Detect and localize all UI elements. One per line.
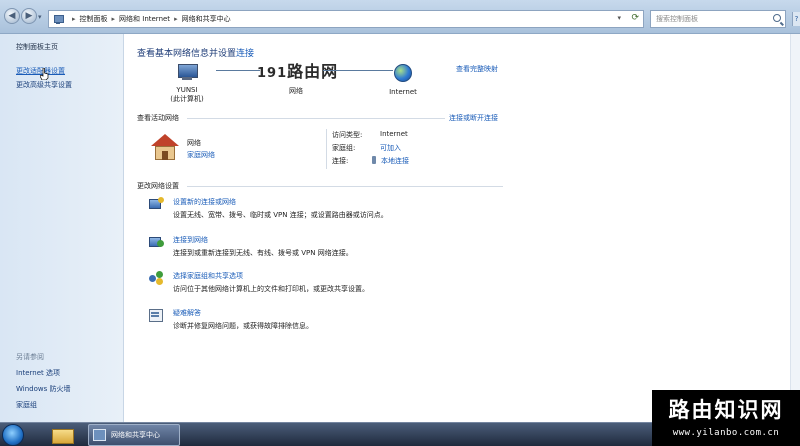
breadcrumb-separator: ▸ [111, 15, 116, 23]
task-troubleshoot-link[interactable]: 疑难解答 [173, 308, 201, 318]
access-type-label: 访问类型: [332, 131, 363, 139]
task-connect-network-link[interactable]: 连接到网络 [173, 235, 208, 245]
hand-cursor-icon [40, 68, 49, 80]
section-divider [187, 186, 503, 187]
search-icon[interactable] [773, 14, 781, 22]
page-title-text: 查看基本网络信息并设置 [137, 49, 237, 59]
page-title-connect-link[interactable]: 连接 [236, 49, 254, 59]
task-homegroup-sharing-desc: 访问位于其他网络计算机上的文件和打印机，或更改共享设置。 [173, 285, 369, 293]
watermark-center-text: 路由网 [287, 62, 339, 81]
watermark-corner: 路由知识网 www.yilanbo.com.cn [652, 390, 800, 446]
task-homegroup-sharing-link[interactable]: 选择家庭组和共享选项 [173, 271, 243, 281]
network-map-network: 网络 [280, 86, 312, 96]
vertical-divider [326, 129, 327, 169]
connect-network-icon [149, 235, 165, 249]
globe-icon [394, 64, 412, 82]
homegroup-icon [149, 271, 165, 285]
start-button[interactable] [2, 424, 24, 446]
network-icon [93, 429, 106, 441]
change-settings-heading: 更改网络设置 [137, 182, 179, 190]
breadcrumb-control-panel[interactable]: 控制面板 [80, 14, 108, 24]
connections-label: 连接: [332, 157, 349, 165]
homegroup-link[interactable]: 家庭组 [16, 400, 37, 410]
map-connector-line [216, 70, 260, 71]
ethernet-icon [372, 156, 376, 164]
troubleshoot-icon [149, 308, 165, 322]
breadcrumb-network-internet[interactable]: 网络和 Internet [119, 14, 170, 24]
watermark-corner-title: 路由知识网 [668, 398, 784, 422]
watermark-corner-url: www.yilanbo.com.cn [672, 428, 780, 438]
task-connect-network-desc: 连接到或重新连接到无线、有线、拨号或 VPN 网络连接。 [173, 249, 353, 257]
homegroup-label: 家庭组: [332, 144, 356, 152]
help-icon: ? [794, 15, 799, 23]
search-input[interactable]: 搜索控制面板 [650, 10, 786, 28]
home-network-icon [151, 134, 179, 160]
computer-name: YUNSI [176, 86, 198, 94]
recent-pages-dropdown[interactable]: ▾ [38, 13, 46, 21]
network-map-computer: YUNSI (此计算机) [165, 64, 209, 104]
network-node-label: 网络 [289, 87, 303, 95]
computer-icon [176, 64, 198, 82]
local-connection-text: 本地连接 [381, 157, 409, 165]
taskbar-active-window-label: 网络和共享中心 [111, 431, 160, 439]
address-bar[interactable]: ▸ 控制面板 ▸ 网络和 Internet ▸ 网络和共享中心 ▾ ⟳ [48, 10, 644, 28]
control-panel-home-link[interactable]: 控制面板主页 [16, 42, 58, 52]
network-type-link[interactable]: 家庭网络 [187, 150, 215, 160]
help-button[interactable]: ? [792, 12, 800, 26]
vertical-scrollbar[interactable] [790, 34, 800, 422]
search-placeholder: 搜索控制面板 [656, 15, 698, 23]
see-full-map-link[interactable]: 查看完整映射 [456, 64, 498, 74]
homegroup-join-link[interactable]: 可加入 [380, 143, 401, 153]
active-network-name: 网络 [187, 139, 201, 147]
explorer-pinned-icon[interactable] [50, 426, 74, 444]
windows-firewall-link[interactable]: Windows 防火墙 [16, 384, 70, 394]
access-type-value: Internet [380, 130, 408, 138]
task-new-connection-desc: 设置无线、宽带、拨号、临时或 VPN 连接；或设置路由器或访问点。 [173, 211, 388, 219]
internet-node-label: Internet [389, 88, 417, 96]
task-troubleshoot-desc: 诊断并修复网络问题，或获得故障排除信息。 [173, 322, 313, 330]
back-button[interactable]: ◀ [4, 8, 20, 24]
task-new-connection-link[interactable]: 设置新的连接或网络 [173, 197, 236, 207]
see-also-heading: 另请参阅 [16, 353, 44, 361]
network-map-internet[interactable]: Internet [383, 64, 423, 96]
arrow-left-icon: ◀ [8, 11, 16, 21]
left-navigation-pane: 控制面板主页 更改适配器设置 更改高级共享设置 另请参阅 Internet 选项… [0, 34, 124, 422]
address-toolbar: ◀ ▶ ▾ ▸ 控制面板 ▸ 网络和 Internet ▸ 网络和共享中心 ▾ … [0, 0, 800, 34]
local-connection-link[interactable]: 本地连接 [372, 156, 409, 166]
forward-button[interactable]: ▶ [21, 8, 37, 24]
breadcrumb-network-sharing-center[interactable]: 网络和共享中心 [182, 14, 231, 24]
breadcrumb-separator: ▸ [72, 15, 76, 23]
refresh-icon[interactable]: ⟳ [631, 13, 639, 23]
breadcrumb-separator: ▸ [174, 15, 178, 23]
address-dropdown-icon[interactable]: ▾ [617, 14, 621, 22]
new-connection-icon [149, 197, 165, 211]
computer-subtitle: (此计算机) [170, 95, 204, 103]
arrow-right-icon: ▶ [25, 11, 33, 21]
section-divider [187, 118, 445, 119]
internet-options-link[interactable]: Internet 选项 [16, 368, 60, 378]
active-networks-heading: 查看活动网络 [137, 114, 179, 122]
main-content: 查看基本网络信息并设置连接 查看完整映射 YUNSI (此计算机) 191路由网… [125, 34, 800, 422]
network-icon [53, 14, 64, 25]
page-title: 查看基本网络信息并设置连接 [137, 46, 254, 59]
change-advanced-sharing-link[interactable]: 更改高级共享设置 [16, 80, 72, 90]
taskbar-active-window[interactable]: 网络和共享中心 [88, 424, 180, 446]
connect-or-disconnect-link[interactable]: 连接或断开连接 [449, 113, 498, 123]
watermark-center-digits: 191 [257, 66, 288, 81]
